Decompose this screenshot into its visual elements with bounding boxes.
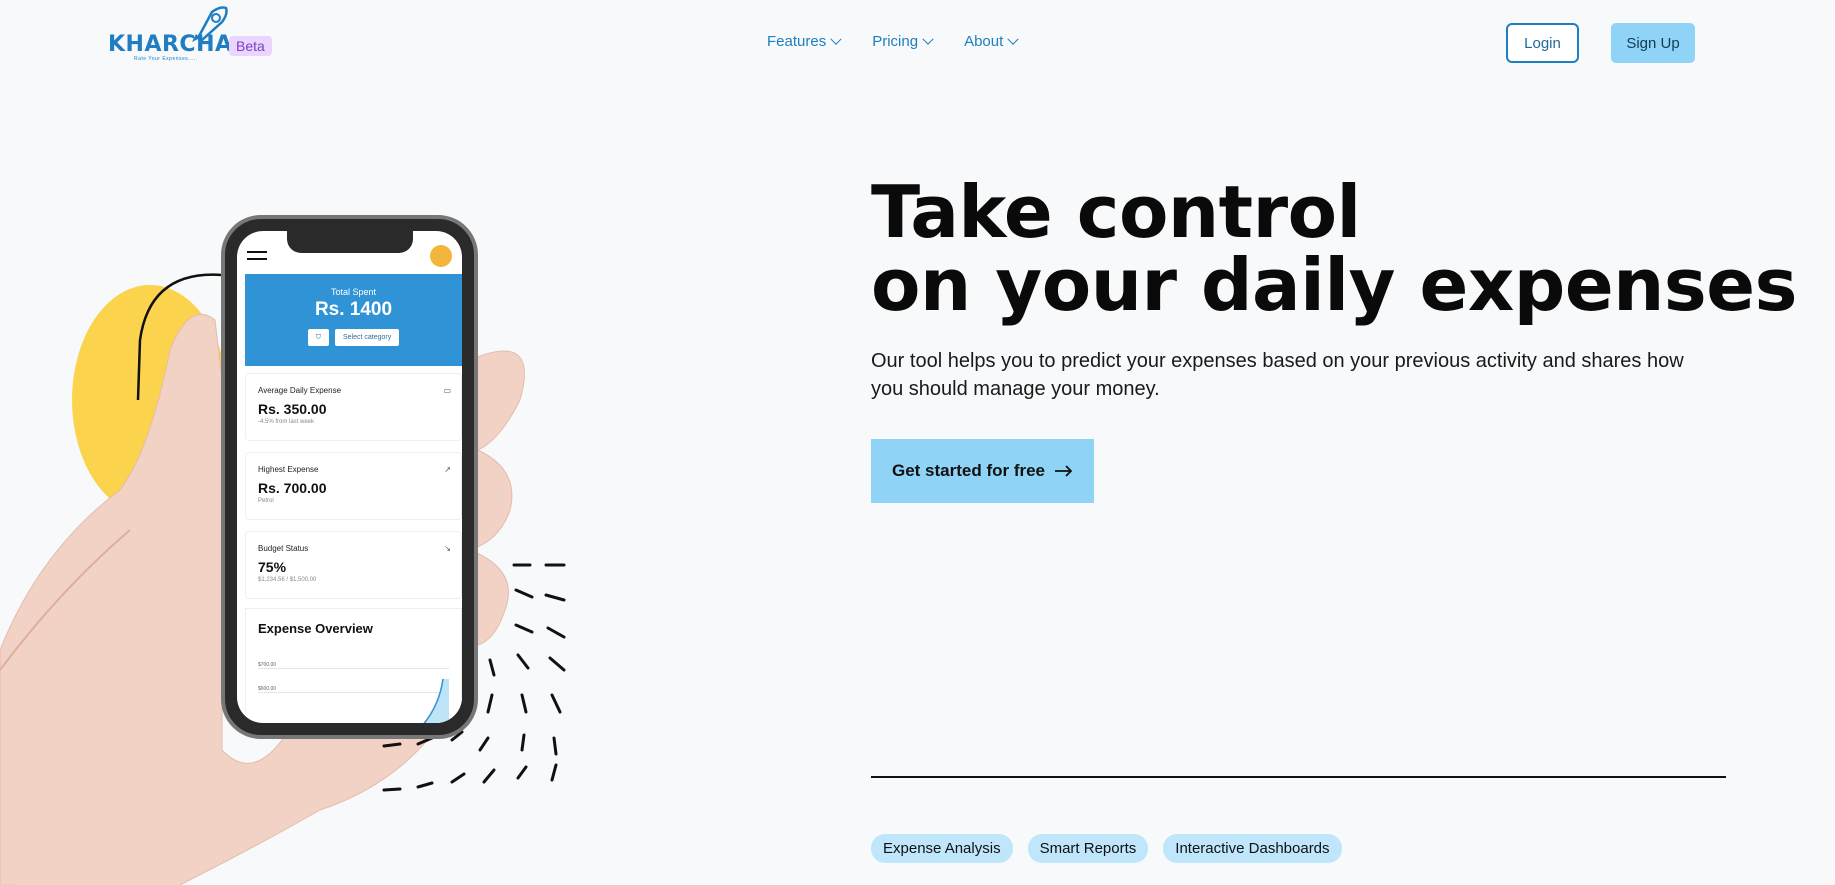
chevron-down-icon <box>830 33 842 45</box>
feature-tags: Expense Analysis Smart Reports Interacti… <box>871 834 1342 863</box>
nav-features-label: Features <box>767 33 827 50</box>
expense-overview-title: Expense Overview <box>258 621 373 636</box>
stat-card-label: Budget Status <box>258 544 309 553</box>
hero-subtitle: Our tool helps you to predict your expen… <box>871 350 1684 400</box>
signup-button[interactable]: Sign Up <box>1611 23 1695 63</box>
stat-card: Budget Status 75% $1,234.56 / $1,500.00 … <box>245 531 462 599</box>
nav-about[interactable]: About <box>964 33 1019 50</box>
tag-expense-analysis[interactable]: Expense Analysis <box>871 834 1013 863</box>
main-nav: Features Pricing About <box>767 33 1019 50</box>
nav-pricing-label: Pricing <box>872 33 919 50</box>
stat-card-value: Rs. 350.00 <box>258 401 327 417</box>
hero-title-line1: Take control <box>871 170 1361 254</box>
login-button[interactable]: Login <box>1506 23 1579 63</box>
total-spent-panel: Total Spent Rs. 1400 ⛉ Select category <box>245 274 462 366</box>
avatar <box>430 245 452 267</box>
chevron-down-icon <box>922 33 934 45</box>
stat-card: Highest Expense Rs. 700.00 Petrol ↗ <box>245 452 462 520</box>
stat-card-label: Average Daily Expense <box>258 386 342 395</box>
beta-badge: Beta <box>229 36 272 56</box>
stat-card-sub: Petrol <box>258 498 274 504</box>
tag-smart-reports[interactable]: Smart Reports <box>1027 834 1149 863</box>
nav-features[interactable]: Features <box>767 33 842 50</box>
hero-title-line2: on your daily expenses <box>871 243 1797 327</box>
stat-card-sub: $1,234.56 / $1,500.00 <box>258 577 317 583</box>
select-category: Select category <box>335 329 400 346</box>
trend-down-icon: ↘ <box>444 544 451 553</box>
nav-pricing[interactable]: Pricing <box>872 33 934 50</box>
trend-up-icon: ↗ <box>444 465 451 474</box>
phone-mockup: Total Spent Rs. 1400 ⛉ Select category A… <box>221 215 478 739</box>
get-started-button[interactable]: Get started for free <box>871 439 1094 503</box>
hamburger-menu-icon <box>247 251 267 265</box>
brand-tagline: Rate Your Expenses..... <box>134 56 198 62</box>
overview-chart-curve <box>423 678 449 723</box>
card-icon: ▭ <box>443 386 451 395</box>
hero-illustration: Total Spent Rs. 1400 ⛉ Select category A… <box>0 150 580 885</box>
brand-name: KHARCHA <box>108 32 233 57</box>
stat-card-value: 75% <box>258 559 287 575</box>
stat-card-label: Highest Expense <box>258 465 319 474</box>
chevron-down-icon <box>1007 33 1019 45</box>
hero-title: Take control on your daily expenses <box>871 176 1797 322</box>
total-spent-label: Total Spent <box>330 287 377 297</box>
phone-screen: Total Spent Rs. 1400 ⛉ Select category A… <box>237 231 462 723</box>
arrow-right-icon <box>1055 465 1073 477</box>
expense-overview: Expense Overview $700.00 $600.00 <box>245 608 462 723</box>
phone-notch <box>287 231 413 253</box>
section-divider <box>871 776 1726 778</box>
total-spent-value: Rs. 1400 <box>314 299 393 320</box>
get-started-label: Get started for free <box>891 461 1046 480</box>
nav-about-label: About <box>964 33 1004 50</box>
stat-card-sub: -4.5% from last week <box>258 419 315 425</box>
filter-icon: ⛉ <box>307 329 329 346</box>
stat-card-value: Rs. 700.00 <box>258 480 327 496</box>
tag-interactive-dashboards[interactable]: Interactive Dashboards <box>1163 834 1342 863</box>
stat-card: Average Daily Expense Rs. 350.00 -4.5% f… <box>245 373 462 441</box>
